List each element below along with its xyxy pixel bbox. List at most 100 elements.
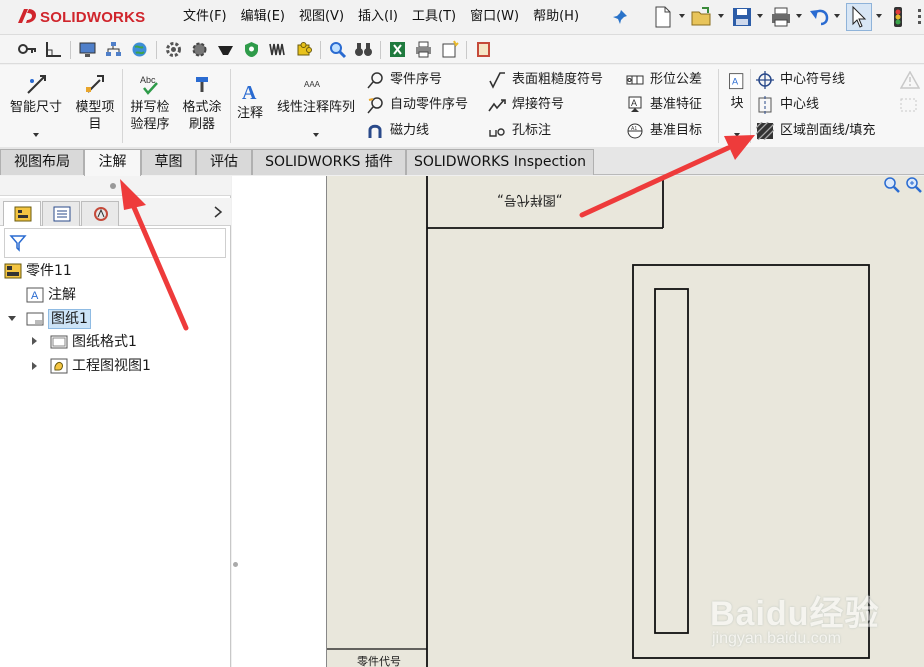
chevron-right-icon[interactable] [213, 206, 223, 218]
format-painter-button[interactable]: 格式涂 刷器 [178, 73, 226, 133]
undo-icon[interactable] [808, 5, 830, 29]
menu-view[interactable]: 视图(V) [292, 0, 351, 34]
geometric-tolerance-label: 形位公差 [650, 72, 703, 87]
binoculars-icon[interactable] [354, 40, 373, 59]
undo-dropdown-caret[interactable] [834, 14, 840, 18]
print-icon[interactable] [770, 5, 792, 29]
centerline-button[interactable]: 中心线 [756, 94, 896, 116]
zoom-to-fit-icon[interactable] [883, 176, 901, 194]
model-items-label-2: 目 [88, 117, 102, 132]
tree-filter-box[interactable] [4, 228, 226, 258]
balloon-label: 零件序号 [390, 72, 443, 87]
pin-icon[interactable] [612, 9, 628, 25]
book-icon[interactable] [474, 40, 493, 59]
menu-edit[interactable]: 编辑(E) [234, 0, 292, 34]
open-folder-icon[interactable] [690, 5, 714, 29]
smart-dimension-button[interactable]: 智能尺寸 [6, 73, 66, 116]
select-dropdown-caret[interactable] [876, 14, 882, 18]
block-dropdown[interactable] [734, 133, 740, 137]
secondary-toolbar [0, 34, 924, 64]
globe-icon[interactable] [130, 40, 149, 59]
network-icon[interactable] [104, 40, 123, 59]
magnetic-line-button[interactable]: 磁力线 [366, 120, 486, 142]
warning-icon[interactable] [900, 71, 920, 89]
excel-icon[interactable] [388, 40, 407, 59]
hole-callout-button[interactable]: 孔标注 [488, 120, 618, 142]
shield-icon[interactable] [242, 40, 261, 59]
hole-callout-icon [489, 128, 505, 137]
spring-icon[interactable] [268, 40, 287, 59]
linear-note-pattern-button[interactable]: AAA 线性注释阵列 [272, 73, 360, 116]
sheet-expander[interactable] [8, 316, 16, 321]
tab-solidworks-inspection[interactable]: SOLIDWORKS Inspection [406, 149, 594, 175]
key-icon[interactable] [18, 40, 37, 59]
balloon-button[interactable]: 零件序号 [366, 69, 486, 91]
tab-sketch[interactable]: 草图 [141, 149, 196, 175]
drawing-view-expander[interactable] [32, 362, 37, 370]
spell-check-button[interactable]: Abc 拼写检 验程序 [126, 73, 174, 133]
property-manager-tab[interactable] [42, 201, 80, 226]
tab-solidworks-addins[interactable]: SOLIDWORKS 插件 [252, 149, 406, 175]
tab-annotation[interactable]: 注解 [84, 149, 141, 176]
puzzle-icon[interactable] [294, 40, 313, 59]
linear-note-dropdown[interactable] [313, 133, 319, 137]
options-gear-icon[interactable] [164, 40, 183, 59]
menu-window[interactable]: 窗口(W) [463, 0, 526, 34]
sheet-format-icon [50, 335, 68, 349]
zoom-area-icon[interactable] [905, 176, 923, 194]
menu-tools[interactable]: 工具(T) [405, 0, 463, 34]
datum-feature-button[interactable]: A 基准特征 [626, 94, 722, 116]
find-icon[interactable] [328, 40, 347, 59]
solidworks-logo[interactable]: SOLIDWORKS [16, 4, 156, 30]
tab-evaluate[interactable]: 评估 [196, 149, 252, 175]
smart-dimension-dropdown[interactable] [33, 133, 39, 137]
svg-text:A: A [31, 290, 39, 302]
surface-finish-label: 表面粗糙度符号 [512, 72, 604, 87]
border-icon[interactable] [900, 97, 918, 113]
rebuild-traffic-light-icon[interactable] [891, 5, 905, 29]
svg-text:A: A [732, 77, 739, 87]
panel-grip[interactable] [0, 176, 231, 196]
auto-balloon-icon [367, 97, 383, 114]
new-document-icon[interactable] [654, 5, 672, 29]
note-button[interactable]: A 注释 [233, 79, 267, 122]
datum-target-button[interactable]: A1 基准目标 [626, 120, 722, 142]
datum-feature-icon: A [628, 96, 642, 112]
select-button[interactable] [846, 3, 872, 31]
monitor-icon[interactable] [78, 40, 97, 59]
settings-gear-icon[interactable] [190, 40, 209, 59]
model-items-button[interactable]: 模型项 目 [70, 73, 120, 133]
ribbon-separator [122, 69, 123, 143]
surface-finish-button[interactable]: 表面粗糙度符号 [488, 69, 618, 91]
save-dropdown-caret[interactable] [757, 14, 763, 18]
title-block-text: „图样代号„ [497, 192, 563, 207]
spell-check-icon: Abc [140, 75, 158, 95]
open-dropdown-caret[interactable] [718, 14, 724, 18]
tab-view-layout[interactable]: 视图布局 [0, 149, 84, 175]
ribbon-separator [750, 69, 751, 143]
print-dropdown-caret[interactable] [796, 14, 802, 18]
angle-icon[interactable] [44, 40, 63, 59]
smart-dimension-icon [27, 75, 46, 94]
panel-splitter[interactable] [232, 546, 242, 586]
ds-logo-icon [18, 9, 36, 23]
more-icon[interactable] [915, 7, 924, 27]
auto-balloon-button[interactable]: 自动零件序号 [366, 94, 486, 116]
menu-help[interactable]: 帮助(H) [526, 0, 586, 34]
bowl-icon[interactable] [216, 40, 235, 59]
area-hatch-fill-button[interactable]: 区域剖面线/填充 [756, 120, 906, 142]
new-dropdown-caret[interactable] [679, 14, 685, 18]
weld-symbol-button[interactable]: 焊接符号 [488, 94, 618, 116]
menu-insert[interactable]: 插入(I) [351, 0, 405, 34]
printer-icon[interactable] [414, 40, 433, 59]
center-mark-button[interactable]: 中心符号线 [756, 69, 896, 91]
linear-note-pattern-label: 线性注释阵列 [276, 100, 355, 115]
save-icon[interactable] [731, 5, 753, 29]
menu-file[interactable]: 文件(F) [176, 0, 234, 34]
geometric-tolerance-button[interactable]: 形位公差 [626, 69, 722, 91]
add-sheet-icon[interactable] [440, 40, 459, 59]
feature-manager-tab[interactable] [3, 201, 41, 226]
dimxpert-tab[interactable] [81, 201, 119, 226]
block-button[interactable]: A 块 [722, 71, 752, 112]
sheet-format-expander[interactable] [32, 337, 37, 345]
